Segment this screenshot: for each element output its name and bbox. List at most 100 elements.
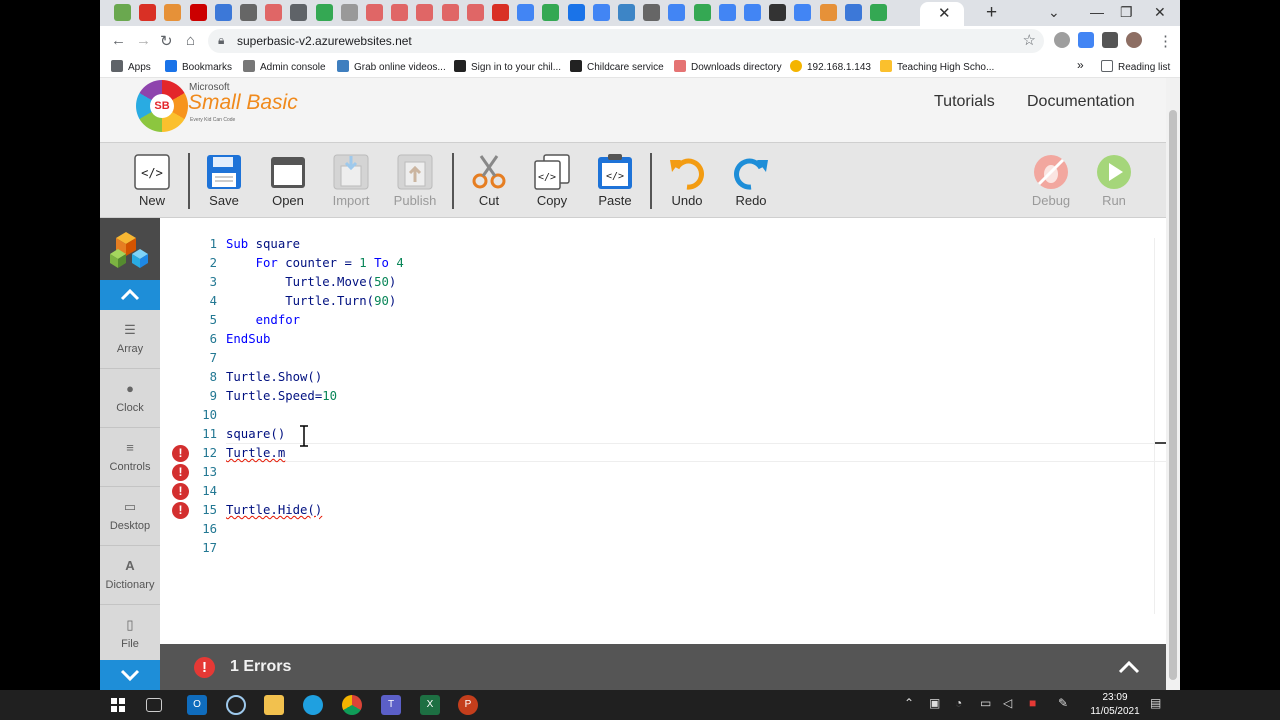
chevron-up-icon[interactable]	[1118, 656, 1140, 678]
translate-icon[interactable]	[1078, 32, 1094, 48]
code-line[interactable]: 6 EndSub	[160, 330, 1166, 349]
tab-favicon-icon[interactable]	[870, 4, 887, 21]
bookmark-apps[interactable]: Apps	[111, 60, 151, 73]
code-text[interactable]: For counter = 1 To 4	[226, 254, 404, 273]
tab-favicon-icon[interactable]	[769, 4, 787, 21]
error-panel-bar[interactable]: ! 1 Errors	[160, 644, 1166, 690]
tab-favicon-icon[interactable]	[668, 4, 686, 21]
sidebar-item-controls[interactable]: ≡ Controls	[100, 428, 160, 487]
tab-favicon-icon[interactable]	[240, 4, 257, 21]
tab-favicon-icon[interactable]	[441, 4, 459, 21]
outlook-icon[interactable]: O	[187, 695, 207, 715]
bookmark-bookmarks[interactable]: Bookmarks	[165, 60, 232, 73]
cut-button[interactable]: Cut	[461, 143, 517, 219]
tab-favicon-icon[interactable]	[189, 4, 207, 21]
clock-time[interactable]: 23:09	[1095, 692, 1135, 703]
tab-favicon-icon[interactable]	[542, 4, 560, 21]
wifi-icon[interactable]: ◔	[955, 696, 962, 710]
new-tab-icon[interactable]: +	[986, 2, 997, 24]
bookmark-teaching[interactable]: Teaching High Scho...	[880, 60, 994, 73]
error-marker-icon[interactable]: !	[172, 483, 189, 500]
battery-icon[interactable]: ▭	[980, 696, 991, 710]
tab-favicon-icon[interactable]	[744, 4, 761, 21]
tab-favicon-icon[interactable]	[492, 4, 509, 21]
tab-favicon-icon[interactable]	[718, 4, 736, 21]
tray-overflow-icon[interactable]: ⌃	[904, 696, 914, 710]
menu-kebab-icon[interactable]: ⋮	[1158, 32, 1173, 50]
tab-favicon-icon[interactable]	[844, 4, 862, 21]
nav-tutorials[interactable]: Tutorials	[934, 93, 995, 111]
error-marker-icon[interactable]: !	[172, 502, 189, 519]
back-icon[interactable]: ←	[111, 32, 126, 49]
minimize-icon[interactable]: —	[1090, 4, 1104, 20]
sidebar-scroll-up[interactable]	[100, 280, 160, 310]
bookmark-star-icon[interactable]: ☆	[1023, 31, 1036, 49]
close-window-icon[interactable]: ✕	[1154, 4, 1166, 21]
forward-icon[interactable]: →	[136, 32, 151, 49]
media-player-icon[interactable]	[226, 695, 246, 715]
code-editor[interactable]: 1 Sub square 2 For counter = 1 To 43 Turtl…	[160, 218, 1166, 644]
tab-favicon-icon[interactable]	[466, 4, 484, 21]
sidebar-item-file[interactable]: ▯ File	[100, 605, 160, 664]
code-line[interactable]: 4 Turtle.Turn(90)	[160, 292, 1166, 311]
tab-favicon-icon[interactable]	[340, 4, 358, 21]
restore-icon[interactable]: ❐	[1120, 4, 1133, 21]
powerpoint-icon[interactable]: P	[458, 695, 478, 715]
extension-settings-icon[interactable]	[1054, 32, 1070, 48]
import-button[interactable]: Import	[323, 143, 379, 219]
code-text[interactable]: Turtle.Turn(90)	[226, 292, 396, 311]
reload-icon[interactable]: ↻	[160, 32, 173, 50]
code-text[interactable]: Sub square	[226, 235, 300, 254]
device-icon[interactable]: ▣	[929, 696, 940, 710]
bookmark-downloads[interactable]: Downloads directory	[674, 60, 782, 73]
chrome-icon[interactable]	[342, 695, 362, 715]
error-marker-icon[interactable]: !	[172, 464, 189, 481]
tab-favicon-icon[interactable]	[794, 4, 812, 21]
tab-favicon-icon[interactable]	[618, 4, 635, 21]
editor-scrollbar-track[interactable]	[1154, 238, 1155, 614]
code-line[interactable]: 17	[160, 539, 1166, 558]
code-line[interactable]: 2 For counter = 1 To 4	[160, 254, 1166, 273]
home-icon[interactable]: ⌂	[186, 32, 195, 49]
page-scrollbar-thumb[interactable]	[1169, 110, 1177, 680]
bookmark-admin-console[interactable]: Admin console	[243, 60, 326, 73]
teams-icon[interactable]: T	[381, 695, 401, 715]
file-explorer-icon[interactable]	[264, 695, 284, 715]
sidebar-item-clock[interactable]: ● Clock	[100, 369, 160, 428]
bookmark-router[interactable]: 192.168.1.143	[790, 60, 871, 73]
open-button[interactable]: Open	[260, 143, 316, 219]
tab-favicon-icon[interactable]	[693, 4, 711, 21]
tab-favicon-icon[interactable]	[366, 4, 383, 21]
save-button[interactable]: Save	[196, 143, 252, 219]
url-text[interactable]: superbasic-v2.azurewebsites.net	[237, 34, 412, 48]
new-button[interactable]: </> New	[124, 143, 180, 219]
code-text[interactable]: Turtle.Move(50)	[226, 273, 396, 292]
address-bar[interactable]: 🔒︎ superbasic-v2.azurewebsites.net ☆	[208, 29, 1044, 53]
sidebar-scroll-down[interactable]	[100, 660, 160, 690]
bookmark-sign-in[interactable]: Sign in to your chil...	[454, 60, 561, 73]
tab-favicon-icon[interactable]	[265, 4, 283, 21]
tab-favicon-icon[interactable]	[819, 4, 837, 21]
sidebar-item-desktop[interactable]: ▭ Desktop	[100, 487, 160, 546]
tab-favicon-icon[interactable]	[315, 4, 333, 21]
code-line[interactable]: ! 15 Turtle.Hide()	[160, 501, 1166, 520]
tab-favicon-icon[interactable]	[517, 4, 535, 21]
tab-favicon-icon[interactable]	[391, 4, 409, 21]
copy-button[interactable]: </> Copy	[524, 143, 580, 219]
code-text[interactable]: Turtle.Speed=10	[226, 387, 337, 406]
tab-favicon-icon[interactable]	[164, 4, 182, 21]
tab-favicon-icon[interactable]	[290, 4, 308, 21]
paste-button[interactable]: </> Paste	[587, 143, 643, 219]
undo-button[interactable]: Undo	[659, 143, 715, 219]
code-text[interactable]: square()	[226, 425, 285, 444]
sidebar-item-array[interactable]: ☰ Array	[100, 310, 160, 369]
code-line[interactable]: 10	[160, 406, 1166, 425]
bookmarks-overflow-icon[interactable]: »	[1077, 58, 1084, 72]
tab-favicon-icon[interactable]	[114, 4, 131, 21]
code-line[interactable]: ! 13	[160, 463, 1166, 482]
code-line[interactable]: ! 12 Turtle.m	[160, 444, 1166, 463]
code-line[interactable]: 9 Turtle.Speed=10	[160, 387, 1166, 406]
tab-search-icon[interactable]: ⌄	[1048, 4, 1060, 21]
code-text[interactable]: Turtle.m	[226, 444, 285, 463]
code-text[interactable]: endfor	[226, 311, 300, 330]
